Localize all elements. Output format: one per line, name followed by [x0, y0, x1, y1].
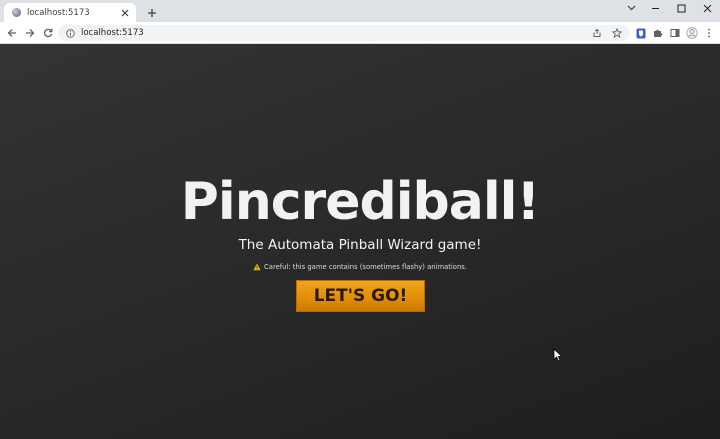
- warning-text: Careful: this game contains (sometimes f…: [264, 263, 467, 271]
- browser-menu-icon[interactable]: [700, 25, 717, 41]
- browser-window: localhost:5173 localhost:5173 Pincrediba…: [0, 0, 720, 439]
- address-url[interactable]: localhost:5173: [81, 28, 584, 38]
- toolbar-extensions: [632, 25, 717, 41]
- share-icon[interactable]: [590, 26, 604, 40]
- browser-tab[interactable]: localhost:5173: [4, 3, 136, 22]
- minimize-icon[interactable]: [642, 0, 668, 16]
- reload-icon[interactable]: [40, 25, 56, 41]
- animation-warning: Careful: this game contains (sometimes f…: [0, 262, 720, 272]
- forward-arrow-icon[interactable]: [22, 25, 38, 41]
- address-bar-actions: [584, 26, 624, 40]
- site-info-icon[interactable]: [64, 27, 76, 39]
- warning-triangle-icon: [253, 263, 261, 271]
- tab-title: localhost:5173: [27, 7, 90, 18]
- close-window-icon[interactable]: [694, 0, 720, 16]
- password-manager-icon[interactable]: [632, 25, 649, 41]
- page-viewport: Pincrediball! The Automata Pinball Wizar…: [0, 44, 720, 439]
- profile-avatar-icon[interactable]: [683, 25, 700, 41]
- hero-section: Pincrediball! The Automata Pinball Wizar…: [0, 44, 720, 439]
- tab-search-icon[interactable]: [624, 1, 638, 15]
- window-controls: [642, 0, 720, 16]
- page-subtitle: The Automata Pinball Wizard game!: [238, 237, 482, 253]
- mouse-cursor-icon: [553, 347, 563, 362]
- address-bar[interactable]: localhost:5173: [58, 25, 630, 41]
- page-title: Pincrediball!: [180, 172, 540, 232]
- side-panel-icon[interactable]: [666, 25, 683, 41]
- favicon-icon: [12, 8, 21, 17]
- maximize-icon[interactable]: [668, 0, 694, 16]
- back-arrow-icon[interactable]: [4, 25, 20, 41]
- lets-go-button[interactable]: LET'S GO!: [296, 280, 425, 312]
- browser-toolbar: localhost:5173: [0, 22, 720, 44]
- close-tab-icon[interactable]: [118, 6, 132, 20]
- extensions-puzzle-icon[interactable]: [649, 25, 666, 41]
- bookmark-star-icon[interactable]: [610, 26, 624, 40]
- new-tab-icon[interactable]: [144, 5, 160, 21]
- tab-strip: localhost:5173: [0, 0, 720, 22]
